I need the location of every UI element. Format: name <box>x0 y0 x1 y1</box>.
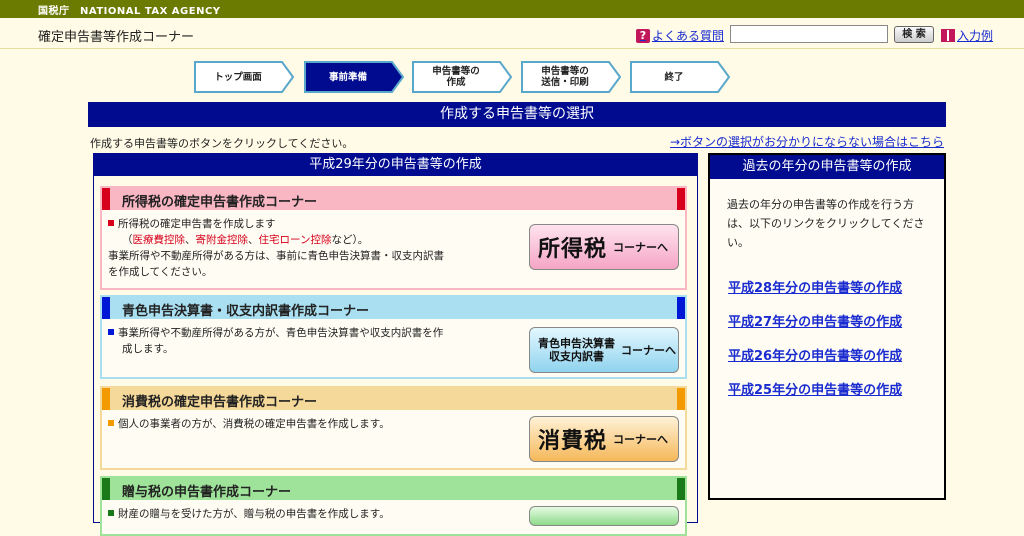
gift-tax-corner: 贈与税の申告書作成コーナー 財産の贈与を受けた方が、贈与税の申告書を作成します。 <box>100 476 687 536</box>
consumption-tax-button[interactable]: 消費税 コーナーへ <box>529 416 679 462</box>
current-year-panel: 平成29年分の申告書等の作成 所得税の確定申告書作成コーナー 所得税の確定申告書… <box>93 153 698 536</box>
input-example-label: 入力例 <box>957 29 994 43</box>
button-sub-label: コーナーへ <box>613 433 669 446</box>
step-prep: 事前準備 <box>304 61 404 93</box>
site-title: 確定申告書等作成コーナー <box>38 30 195 45</box>
consumption-tax-description: 個人の事業者の方が、消費税の確定申告書を作成します。 <box>108 416 390 432</box>
bullet-icon <box>108 420 114 426</box>
current-year-panel-title: 平成29年分の申告書等の作成 <box>94 154 697 176</box>
link-h25[interactable]: 平成25年分の申告書等の作成 <box>728 379 902 398</box>
blue-return-corner: 青色申告決算書・収支内訳書作成コーナー 事業所得や不動産所得がある方が、青色申告… <box>100 295 687 379</box>
button-main-label: 青色申告決算書 収支内訳書 <box>538 337 615 363</box>
step-create: 申告書等の 作成 <box>412 61 512 93</box>
agency-topbar: 国税庁 NATIONAL TAX AGENCY <box>0 0 1024 18</box>
header-mark <box>677 297 685 319</box>
blue-return-title: 青色申告決算書・収支内訳書作成コーナー <box>122 304 370 319</box>
desc-line: 事業所得や不動産所得がある方は、事前に青色申告決算書・収支内訳書 <box>108 250 444 262</box>
bullet-icon <box>108 329 114 335</box>
agency-logo[interactable]: 国税庁 NATIONAL TAX AGENCY <box>38 2 221 17</box>
instruction-text: 作成する申告書等のボタンをクリックしてください。 <box>90 137 354 150</box>
search-button[interactable]: 検 索 <box>894 26 934 43</box>
header-mark <box>677 188 685 210</box>
link-h26[interactable]: 平成26年分の申告書等の作成 <box>728 345 902 364</box>
past-years-description: 過去の年分の申告書等の作成を行う方は、以下のリンクをクリックしてください。 <box>727 198 925 249</box>
paren-open: （ <box>122 234 133 246</box>
blue-return-description: 事業所得や不動産所得がある方が、青色申告決算書や収支内訳書を作 成します。 <box>108 325 443 357</box>
deduction-medical: 医療費控除 <box>132 234 186 246</box>
step-top: トップ画面 <box>194 61 294 93</box>
desc-line: 事業所得や不動産所得がある方が、青色申告決算書や収支内訳書を作 <box>118 327 444 339</box>
header-mark <box>677 478 685 500</box>
faq-link[interactable]: ? よくある質問 <box>636 27 724 44</box>
gift-tax-title: 贈与税の申告書作成コーナー <box>122 485 292 500</box>
gift-tax-description: 財産の贈与を受けた方が、贈与税の申告書を作成します。 <box>108 506 390 522</box>
step-send: 申告書等の 送信・印刷 <box>521 61 621 93</box>
desc-line: 成します。 <box>122 343 174 355</box>
step-label: 事前準備 <box>328 71 367 83</box>
button-main-label: 消費税 <box>538 429 608 454</box>
input-example-link[interactable]: 入力例 <box>941 27 993 44</box>
link-h28[interactable]: 平成28年分の申告書等の作成 <box>728 277 902 296</box>
income-tax-description: 所得税の確定申告書を作成します （医療費控除、寄附金控除、住宅ローン控除など）。… <box>108 216 444 280</box>
help-link[interactable]: →ボタンの選択がお分かりにならない場合はこちら <box>670 133 944 150</box>
header-divider <box>0 48 1024 49</box>
income-tax-title: 所得税の確定申告書作成コーナー <box>122 195 318 210</box>
step-label: 終了 <box>664 71 684 83</box>
header: 確定申告書等作成コーナー ? よくある質問 検 索 入力例 <box>0 18 1024 48</box>
section-title-bar: 作成する申告書等の選択 <box>88 102 946 127</box>
search-input[interactable] <box>730 25 888 43</box>
button-sub-label: コーナーへ <box>613 241 669 254</box>
desc-line: 個人の事業者の方が、消費税の確定申告書を作成します。 <box>118 418 390 430</box>
step-label: トップ画面 <box>214 71 262 83</box>
header-mark <box>102 188 110 210</box>
step-end: 終了 <box>630 61 730 93</box>
consumption-tax-title: 消費税の確定申告書作成コーナー <box>122 395 318 410</box>
button-line: 収支内訳書 <box>549 350 604 363</box>
past-years-panel-title: 過去の年分の申告書等の作成 <box>710 155 944 179</box>
separator: 、 <box>185 234 196 246</box>
book-icon <box>941 29 955 42</box>
button-main-label: 所得税 <box>538 237 608 262</box>
header-mark <box>102 388 110 410</box>
desc-line: を作成してください。 <box>108 266 213 278</box>
header-mark <box>677 388 685 410</box>
blue-return-button[interactable]: 青色申告決算書 収支内訳書 コーナーへ <box>529 327 679 373</box>
past-years-panel: 過去の年分の申告書等の作成 過去の年分の申告書等の作成を行う方は、以下のリンクを… <box>708 153 946 500</box>
desc-line: 所得税の確定申告書を作成します <box>118 218 276 230</box>
consumption-tax-header: 消費税の確定申告書作成コーナー <box>102 388 685 410</box>
question-icon: ? <box>636 28 650 43</box>
header-mark <box>102 478 110 500</box>
bullet-icon <box>108 220 114 226</box>
paren-close: など）。 <box>331 234 369 246</box>
step-label: 申告書等の 送信・印刷 <box>541 66 589 88</box>
deduction-donation: 寄附金控除 <box>195 234 249 246</box>
blue-return-header: 青色申告決算書・収支内訳書作成コーナー <box>102 297 685 319</box>
income-tax-corner: 所得税の確定申告書作成コーナー 所得税の確定申告書を作成します （医療費控除、寄… <box>100 186 687 290</box>
gift-tax-button[interactable] <box>529 506 679 526</box>
step-label: 申告書等の 作成 <box>432 66 480 88</box>
header-mark <box>102 297 110 319</box>
consumption-tax-corner: 消費税の確定申告書作成コーナー 個人の事業者の方が、消費税の確定申告書を作成しま… <box>100 386 687 470</box>
bullet-icon <box>108 510 114 516</box>
deduction-housing-loan: 住宅ローン控除 <box>258 234 332 246</box>
income-tax-button[interactable]: 所得税 コーナーへ <box>529 224 679 270</box>
button-sub-label: コーナーへ <box>621 344 676 357</box>
button-line: 青色申告決算書 <box>538 337 615 350</box>
faq-label: よくある質問 <box>652 29 725 43</box>
gift-tax-header: 贈与税の申告書作成コーナー <box>102 478 685 500</box>
separator: 、 <box>248 234 259 246</box>
income-tax-header: 所得税の確定申告書作成コーナー <box>102 188 685 210</box>
link-h27[interactable]: 平成27年分の申告書等の作成 <box>728 311 902 330</box>
